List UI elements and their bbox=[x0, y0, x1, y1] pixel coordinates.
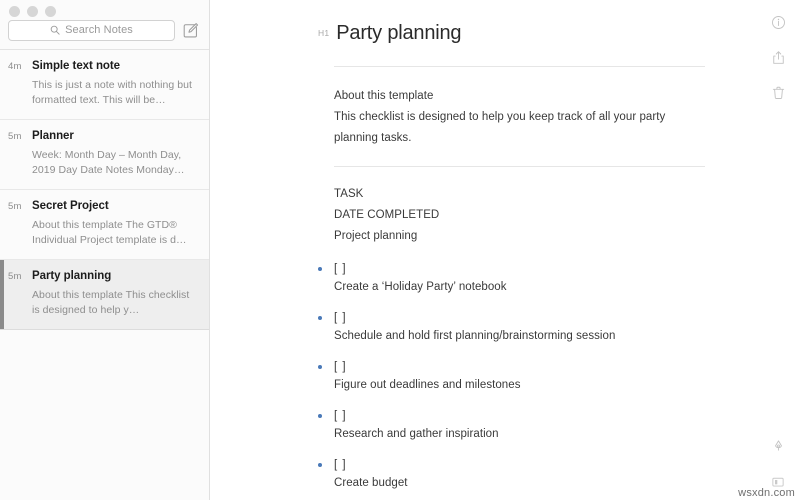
sidebar: Search Notes 4m Simple text note This is j… bbox=[0, 0, 210, 500]
right-toolbar-top-group bbox=[766, 10, 790, 104]
bullet-icon bbox=[318, 463, 322, 467]
bullet-icon bbox=[318, 316, 322, 320]
trash-icon bbox=[772, 86, 784, 99]
bullet-icon bbox=[318, 414, 322, 418]
note-item-title: Simple text note bbox=[32, 60, 121, 72]
about-body: This checklist is designed to help you k… bbox=[334, 111, 666, 144]
note-item-title: Party planning bbox=[32, 270, 112, 282]
search-row: Search Notes bbox=[8, 19, 201, 41]
note-list-item[interactable]: 5m Party planning About this template This… bbox=[0, 260, 209, 330]
task-label: Create budget bbox=[334, 477, 408, 489]
task-label: Research and gather inspiration bbox=[334, 428, 499, 440]
zoom-window-button[interactable] bbox=[45, 6, 56, 17]
delete-button[interactable] bbox=[766, 80, 790, 104]
task-checkbox[interactable]: [ ] bbox=[334, 358, 705, 376]
compose-note-icon bbox=[183, 22, 198, 37]
note-document[interactable]: H1 Party planning About this template Th… bbox=[210, 0, 800, 500]
note-item-preview: Week: Month Day – Month Day, 2019 Day Da… bbox=[32, 149, 185, 176]
note-timestamp: 5m bbox=[8, 131, 22, 142]
note-list-item[interactable]: 5m Planner Week: Month Day – Month Day, 20… bbox=[0, 120, 209, 190]
window-controls[interactable] bbox=[9, 6, 56, 17]
info-icon bbox=[771, 15, 785, 29]
search-input[interactable]: Search Notes bbox=[8, 19, 175, 41]
task-checkbox[interactable]: [ ] bbox=[334, 309, 705, 327]
note-item-body: Planner Week: Month Day – Month Day, 2019… bbox=[32, 129, 199, 178]
task-item[interactable]: [ ] Schedule and hold first planning/brai… bbox=[318, 309, 705, 345]
note-list[interactable]: 4m Simple text note This is just a note wi… bbox=[0, 49, 209, 500]
watermark: wsxdn.com bbox=[738, 487, 795, 499]
task-table-meta: TASK DATE COMPLETED Project planning bbox=[318, 167, 705, 247]
search-icon bbox=[50, 25, 60, 35]
note-timestamp: 5m bbox=[8, 271, 22, 282]
sidebar-toolbar: Search Notes bbox=[0, 0, 209, 49]
task-meta-line: DATE COMPLETED bbox=[334, 209, 440, 221]
annotate-button[interactable] bbox=[766, 434, 790, 458]
note-list-item[interactable]: 4m Simple text note This is just a note wi… bbox=[0, 50, 209, 120]
pen-nib-icon bbox=[774, 439, 782, 451]
note-timestamp: 4m bbox=[8, 61, 22, 72]
note-editor: H1 Party planning About this template Th… bbox=[210, 0, 800, 500]
heading-level-marker: H1 bbox=[318, 28, 330, 38]
note-item-preview: This is just a note with nothing but for… bbox=[32, 79, 192, 106]
note-list-item[interactable]: 5m Secret Project About this template The … bbox=[0, 190, 209, 260]
note-timestamp: 5m bbox=[8, 201, 22, 212]
task-meta-line: Project planning bbox=[334, 230, 418, 242]
task-list[interactable]: [ ] Create a ‘Holiday Party’ notebook [ ] S… bbox=[318, 260, 705, 500]
note-item-body: Secret Project About this template The GT… bbox=[32, 199, 199, 248]
task-item[interactable]: [ ] Create a ‘Holiday Party’ notebook bbox=[318, 260, 705, 296]
about-heading: About this template bbox=[334, 90, 434, 102]
task-item[interactable]: [ ] Figure out deadlines and milestones bbox=[318, 358, 705, 394]
task-checkbox[interactable]: [ ] bbox=[334, 260, 705, 278]
search-placeholder-text: Search Notes bbox=[65, 24, 133, 36]
compose-note-button[interactable] bbox=[179, 19, 201, 41]
note-item-title: Secret Project bbox=[32, 200, 109, 212]
notes-app-window: Search Notes 4m Simple text note This is j… bbox=[0, 0, 800, 500]
bullet-icon bbox=[318, 267, 322, 271]
share-button[interactable] bbox=[766, 45, 790, 69]
minimize-window-button[interactable] bbox=[27, 6, 38, 17]
task-checkbox[interactable]: [ ] bbox=[334, 456, 705, 474]
info-button[interactable] bbox=[766, 10, 790, 34]
close-window-button[interactable] bbox=[9, 6, 20, 17]
task-item[interactable]: [ ] Research and gather inspiration bbox=[318, 407, 705, 443]
task-meta-line: TASK bbox=[334, 188, 364, 200]
task-checkbox[interactable]: [ ] bbox=[334, 407, 705, 425]
share-icon bbox=[772, 50, 784, 64]
note-item-preview: About this template The GTD® Individual … bbox=[32, 219, 187, 246]
task-label: Create a ‘Holiday Party’ notebook bbox=[334, 281, 507, 293]
note-item-body: Party planning About this template This c… bbox=[32, 269, 199, 318]
bullet-icon bbox=[318, 365, 322, 369]
task-label: Figure out deadlines and milestones bbox=[334, 379, 521, 391]
note-title-row: H1 Party planning bbox=[318, 22, 705, 44]
task-label: Schedule and hold first planning/brainst… bbox=[334, 330, 616, 342]
task-item[interactable]: [ ] Create budget bbox=[318, 456, 705, 492]
note-item-title: Planner bbox=[32, 130, 74, 142]
note-item-preview: About this template This checklist is de… bbox=[32, 289, 190, 316]
note-item-body: Simple text note This is just a note with… bbox=[32, 59, 199, 108]
note-title[interactable]: Party planning bbox=[336, 22, 461, 44]
about-block: About this template This checklist is de… bbox=[318, 67, 705, 166]
